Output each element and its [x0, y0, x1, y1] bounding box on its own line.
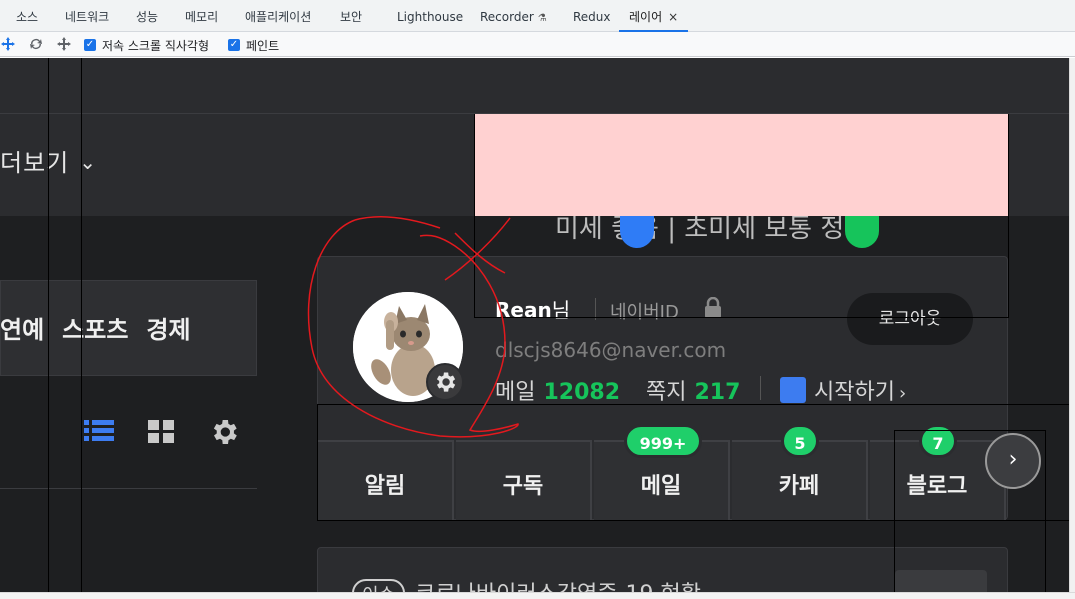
bottom-edge [0, 592, 1075, 599]
layers-viewport[interactable]: 더보기 ⌄ 미세 좋음 | 초미세 보통 정정 연예 스포츠 경제 Rean님 … [0, 58, 1069, 592]
tab-lighthouse[interactable]: Lighthouse [397, 0, 463, 32]
tab-sources[interactable]: 소스 [16, 0, 38, 32]
tab-network[interactable]: 네트워크 [65, 0, 109, 32]
checkbox-checked[interactable]: ✓ [228, 39, 240, 51]
tab-application[interactable]: 애플리케이션 [245, 0, 311, 32]
paint-label: 페인트 [246, 38, 280, 53]
red-annotation-scribble [307, 216, 519, 438]
viewport-scrollbar[interactable] [1069, 58, 1075, 592]
slow-scroll-toggle[interactable]: ✓ 저속 스크롤 직사각형 [84, 37, 209, 53]
devtools-tabbar: 소스 네트워크 성능 메모리 애플리케이션 보안 Lighthouse Reco… [0, 0, 1075, 32]
tab-recorder-label: Recorder [480, 10, 534, 24]
rotate-icon[interactable] [28, 36, 44, 52]
checkbox-checked[interactable]: ✓ [84, 39, 96, 51]
tab-redux[interactable]: Redux [573, 0, 611, 32]
move-icon[interactable] [56, 36, 72, 52]
flask-icon: ⚗ [537, 13, 547, 24]
tab-security[interactable]: 보안 [340, 0, 362, 32]
tab-layers[interactable]: 레이어 × [619, 0, 689, 32]
slow-scroll-label: 저속 스크롤 직사각형 [102, 38, 209, 53]
tab-memory[interactable]: 메모리 [185, 0, 218, 32]
pan-icon[interactable] [0, 36, 16, 52]
tab-recorder[interactable]: Recorder ⚗ [480, 0, 547, 32]
tab-layers-label: 레이어 [629, 10, 663, 24]
layers-toolbar: ✓ 저속 스크롤 직사각형 ✓ 페인트 [0, 32, 1075, 57]
close-icon[interactable]: × [668, 10, 678, 24]
paint-toggle[interactable]: ✓ 페인트 [228, 37, 279, 53]
tab-performance[interactable]: 성능 [136, 0, 158, 32]
